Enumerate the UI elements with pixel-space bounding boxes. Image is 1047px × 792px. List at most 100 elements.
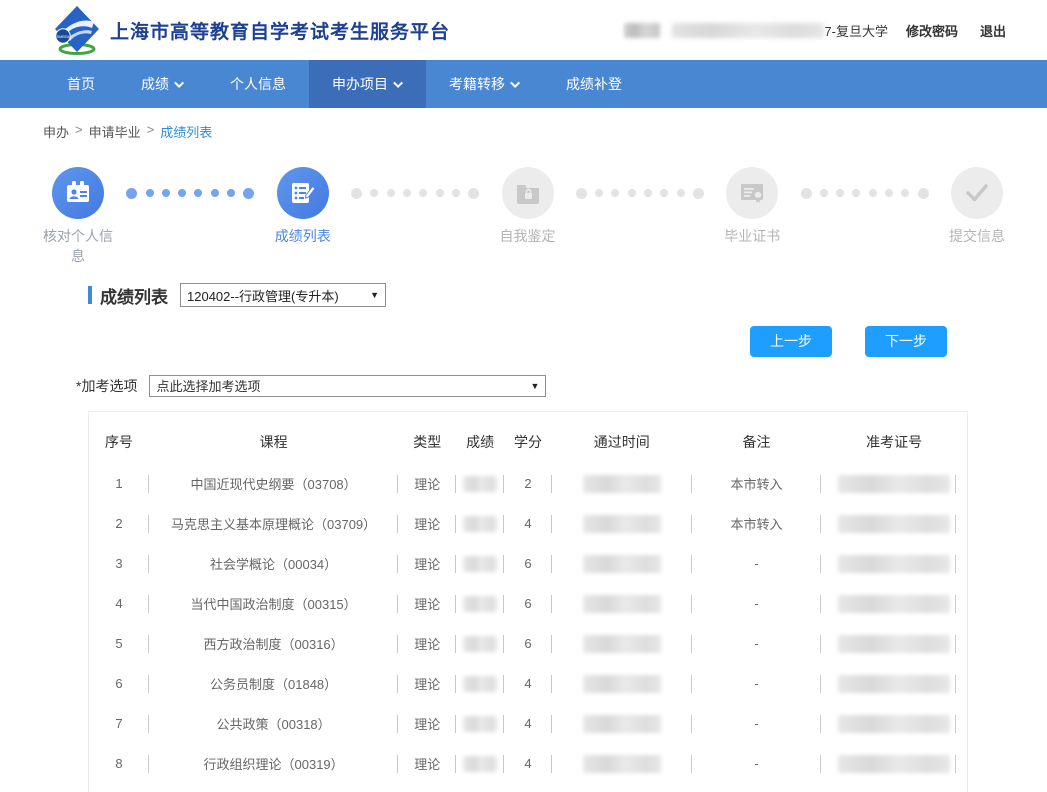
id-card-icon [52,167,104,219]
redacted-value [463,716,497,732]
cell-exam-no [821,544,967,584]
progress-dot-icon [628,189,636,197]
cell-type: 理论 [398,784,456,792]
breadcrumb-link[interactable]: 申办 [43,122,69,141]
progress-dot-icon [901,189,909,197]
cell-credit: 4 [504,704,552,744]
cell-score [456,464,504,504]
dropdown-arrow-icon: ▼ [370,290,379,300]
redacted-value [583,675,661,693]
cell-credit: 4 [504,664,552,704]
redacted-value [463,556,497,572]
nav-item-申办项目[interactable]: 申办项目 [309,60,426,108]
progress-dot-icon [885,189,893,197]
breadcrumb-separator: > [147,122,155,141]
column-header-通过时间: 通过时间 [552,420,692,464]
redacted-value [838,595,950,613]
nav-item-个人信息[interactable]: 个人信息 [207,60,309,108]
check-icon [951,167,1003,219]
cell-remark: - [692,704,822,744]
change-password-link[interactable]: 修改密码 [906,21,958,40]
cell-score [456,784,504,792]
wizard-progress-dots [118,167,263,219]
progress-dot-icon [677,189,685,197]
progress-dot-icon [227,189,235,197]
progress-dot-icon [852,189,860,197]
progress-dot-icon [820,189,828,197]
cell-pass-time [552,704,692,744]
certificate-icon [726,167,778,219]
cell-exam-no [821,744,967,784]
header-user-area: 7-复旦大学 修改密码 退出 [624,21,1006,40]
account-school-suffix: 7-复旦大学 [824,21,888,40]
column-header-备注: 备注 [692,420,822,464]
prev-step-button[interactable]: 上一步 [750,326,832,357]
table-row: 5西方政治制度（00316）理论6- [89,624,967,664]
progress-dot-icon [146,189,154,197]
cell-no: 7 [89,704,149,744]
progress-dot-icon [693,188,704,199]
column-header-学分: 学分 [504,420,552,464]
nav-item-成绩补登[interactable]: 成绩补登 [543,60,645,108]
cell-course: 当代中国政治制度（00315） [149,584,398,624]
progress-dot-icon [468,188,479,199]
cell-exam-no [821,504,967,544]
cell-pass-time [552,744,692,784]
redacted-value [838,635,950,653]
breadcrumb-link[interactable]: 申请毕业 [89,122,141,141]
cell-course: 社会学概论（00034） [149,544,398,584]
nav-item-首页[interactable]: 首页 [44,60,118,108]
progress-dot-icon [403,189,411,197]
cell-type: 理论 [398,464,456,504]
step-wizard: 核对个人信息成绩列表自我鉴定毕业证书提交信息 [0,141,1047,267]
cell-course: 中国近现代史纲要（03708） [149,464,398,504]
cell-course: 公共政策（00318） [149,704,398,744]
progress-dot-icon [611,189,619,197]
cell-score [456,664,504,704]
redacted-user-name [624,23,660,38]
cell-credit: 4 [504,784,552,792]
site-title: 上海市高等教育自学考试考生服务平台 [110,17,450,44]
redacted-value [838,675,950,693]
nav-item-成绩[interactable]: 成绩 [118,60,207,108]
logout-link[interactable]: 退出 [980,21,1006,40]
cell-remark: 本市转入 [692,504,822,544]
cell-pass-time [552,504,692,544]
wizard-step-自我鉴定: 自我鉴定 [488,167,568,246]
cell-remark: 本市转入 [692,464,822,504]
main-nav: 首页 成绩 个人信息 申办项目 考籍转移 成绩补登 [0,60,1047,108]
redacted-value [838,555,950,573]
redacted-value [838,755,950,773]
cell-credit: 6 [504,544,552,584]
site-logo-icon: SMEEA [52,5,102,55]
progress-dot-icon [419,189,427,197]
chevron-down-icon [510,78,520,88]
wizard-step-提交信息: 提交信息 [937,167,1017,246]
major-select[interactable]: 120402--行政管理(专升本) ▼ [180,283,386,307]
cell-type: 理论 [398,664,456,704]
cell-course: 马克思主义基本原理概论（03709） [149,504,398,544]
cell-type: 理论 [398,744,456,784]
cell-score [456,744,504,784]
cell-pass-time [552,784,692,792]
next-step-button[interactable]: 下一步 [865,326,947,357]
breadcrumb-separator: > [75,122,83,141]
extra-exam-option-select[interactable]: 点此选择加考选项 ▼ [149,375,546,397]
progress-dot-icon [370,189,378,197]
cell-credit: 6 [504,584,552,624]
cell-score [456,624,504,664]
progress-dot-icon [836,189,844,197]
progress-dot-icon [351,188,362,199]
cell-pass-time [552,464,692,504]
nav-item-考籍转移[interactable]: 考籍转移 [426,60,543,108]
score-table-body: 1中国近现代史纲要（03708）理论2本市转入2马克思主义基本原理概论（0370… [89,464,967,792]
section-accent-bar [88,286,92,304]
redacted-value [583,715,661,733]
cell-remark: - [692,664,822,704]
breadcrumb: 申办>申请毕业>成绩列表 [0,108,1047,141]
extra-exam-option-row: *加考选项 点此选择加考选项 ▼ [76,375,1047,397]
extra-exam-option-value: 点此选择加考选项 [156,376,260,395]
cell-remark: - [692,784,822,792]
cell-score [456,504,504,544]
cell-remark: - [692,544,822,584]
